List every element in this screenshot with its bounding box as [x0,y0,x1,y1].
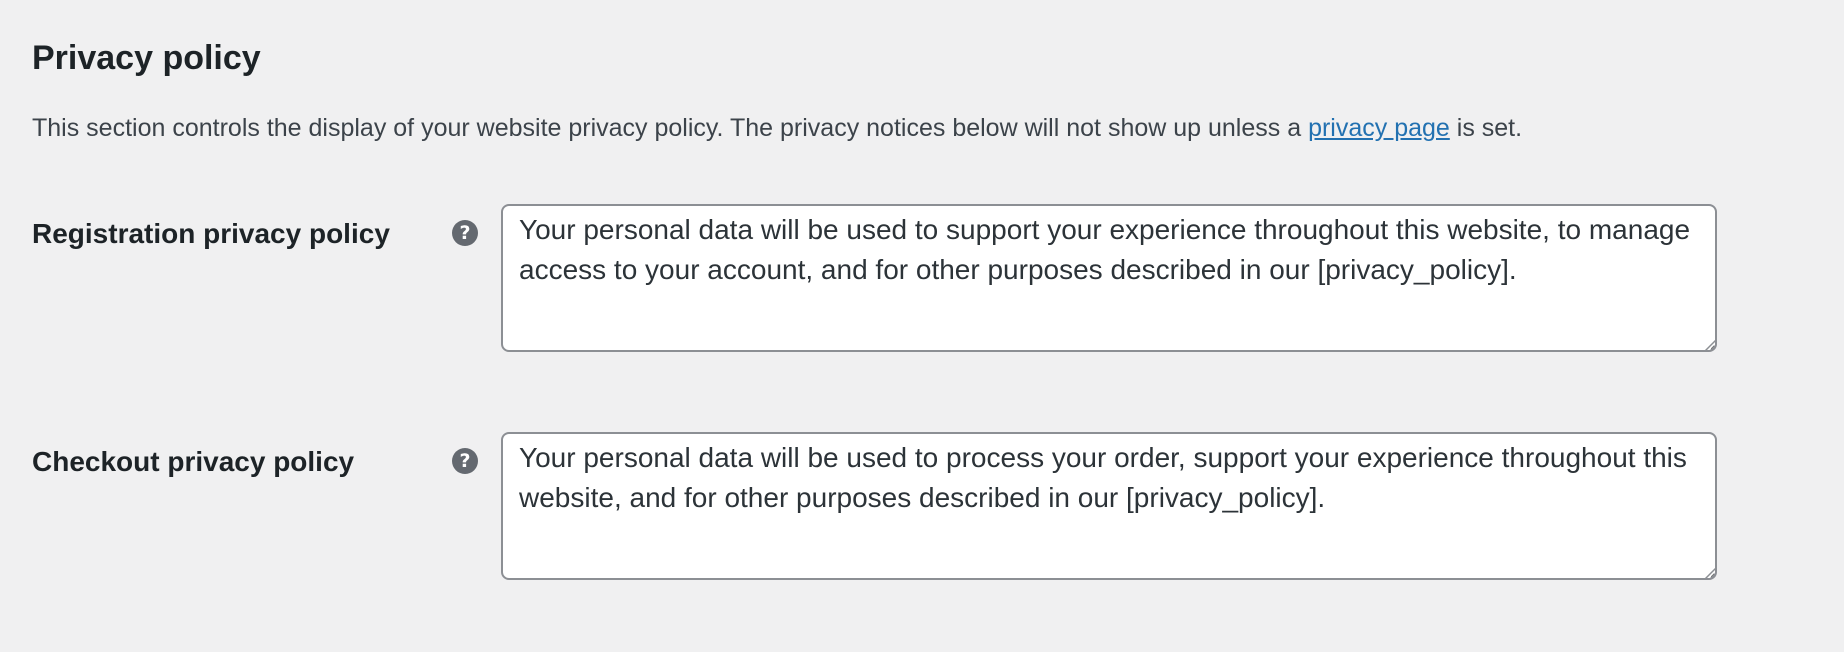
help-question-icon[interactable]: ? [452,448,478,474]
description-text-prefix: This section controls the display of you… [32,114,1309,142]
checkout-privacy-policy-row: Checkout privacy policy ? Your personal … [32,432,1732,582]
help-question-icon[interactable]: ? [452,220,478,246]
checkout-privacy-policy-label: Checkout privacy policy [32,446,355,477]
checkout-privacy-policy-textarea[interactable]: Your personal data will be used to proce… [501,432,1717,580]
section-description: This section controls the display of you… [32,110,1522,146]
section-title: Privacy policy [32,39,261,77]
registration-privacy-policy-textarea[interactable]: Your personal data will be used to suppo… [501,204,1717,352]
registration-privacy-policy-row: Registration privacy policy ? Your perso… [32,204,1732,354]
description-text-suffix: is set. [1449,114,1523,142]
registration-privacy-policy-label: Registration privacy policy [32,218,390,249]
privacy-page-link[interactable]: privacy page [1308,114,1450,142]
